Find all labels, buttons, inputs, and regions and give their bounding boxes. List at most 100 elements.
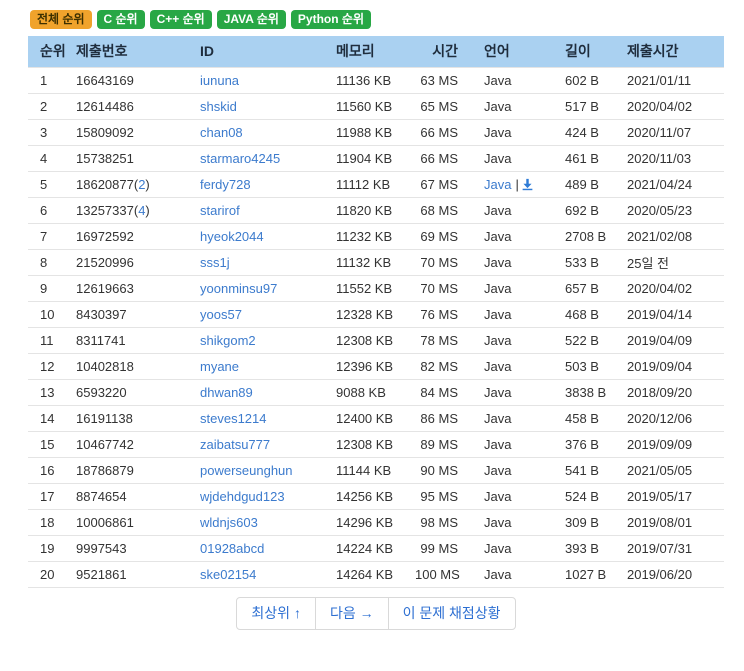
table-row: 18 10006861() wldnjs603 14296 KB 98 MS J… [28,508,724,535]
judge-status-button[interactable]: 이 문제 채점상황 [387,596,516,630]
language-label: Java [484,228,512,244]
language-label: Java [484,384,512,400]
submit-time-cell: 2019/09/04 [610,352,724,379]
language-label: Java [484,566,512,582]
language-label: Java [484,72,512,88]
rank-cell: 19 [28,534,68,561]
submission-cell: 21520996() [68,248,192,275]
submission-number: 21520996 [76,254,134,270]
length-cell: 657 B [548,274,610,301]
time-cell: 67 MS [414,170,464,197]
divider: | [515,176,519,192]
table-row: 16 18786879() powerseunghun 11144 KB 90 … [28,456,724,483]
length-cell: 468 B [548,300,610,327]
language-label: Java [484,540,512,556]
length-cell: 1027 B [548,560,610,588]
user-id-link[interactable]: shikgom2 [200,333,256,348]
time-cell: 68 MS [414,196,464,223]
rank-cell: 17 [28,482,68,509]
id-cell: hyeok2044 [192,222,328,249]
user-id-link[interactable]: hyeok2044 [200,229,264,244]
time-cell: 70 MS [414,248,464,275]
memory-cell: 12400 KB [328,404,414,431]
language-cell: Java| [464,560,548,588]
retry-count-link[interactable]: 2 [138,177,145,192]
tab-all-rank[interactable]: 전체 순위 [30,10,92,29]
language-label: Java [484,332,512,348]
header-rank: 순위 [28,36,68,67]
user-id-link[interactable]: 01928abcd [200,541,264,556]
user-id-link[interactable]: powerseunghun [200,463,293,478]
user-id-link[interactable]: myane [200,359,239,374]
rank-cell: 2 [28,92,68,119]
pagination-controls: 최상위 ↑ 다음 → 이 문제 채점상황 [28,596,724,630]
retry-count-link[interactable]: 4 [138,203,145,218]
submission-cell: 15738251() [68,144,192,171]
length-cell: 533 B [548,248,610,275]
user-id-link[interactable]: sss1j [200,255,230,270]
rank-cell: 12 [28,352,68,379]
language-label: Java [484,150,512,166]
user-id-link[interactable]: zaibatsu777 [200,437,270,452]
time-cell: 98 MS [414,508,464,535]
user-id-link[interactable]: starirof [200,203,240,218]
user-id-link[interactable]: yoonminsu97 [200,281,277,296]
memory-cell: 11232 KB [328,222,414,249]
time-cell: 89 MS [414,430,464,457]
time-cell: 82 MS [414,352,464,379]
table-row: 1 16643169() iununa 11136 KB 63 MS Java|… [28,66,724,93]
memory-cell: 11132 KB [328,248,414,275]
submission-cell: 15809092() [68,118,192,145]
id-cell: yoos57 [192,300,328,327]
submit-time-cell: 2020/11/03 [610,144,724,171]
user-id-link[interactable]: starmaro4245 [200,151,280,166]
user-id-link[interactable]: dhwan89 [200,385,253,400]
submit-time-cell: 2020/04/02 [610,274,724,301]
length-cell: 458 B [548,404,610,431]
submission-number: 6593220 [76,384,127,400]
submission-cell: 10467742() [68,430,192,457]
header-submission: 제출번호 [68,36,192,67]
language-cell: Java| [464,534,548,561]
language-label: Java [484,358,512,374]
time-cell: 84 MS [414,378,464,405]
id-cell: 01928abcd [192,534,328,561]
tab-python-rank[interactable]: Python 순위 [290,10,371,29]
language-label: Java [484,462,512,478]
submission-number: 15809092 [76,124,134,140]
time-cell: 99 MS [414,534,464,561]
length-cell: 424 B [548,118,610,145]
submission-number: 8311741 [76,332,126,348]
user-id-link[interactable]: steves1214 [200,411,267,426]
user-id-link[interactable]: iununa [200,73,239,88]
language-cell: Java| [464,196,548,223]
user-id-link[interactable]: wldnjs603 [200,515,258,530]
language-cell: Java| [464,170,548,197]
top-button[interactable]: 최상위 ↑ [236,596,316,630]
user-id-link[interactable]: shskid [200,99,237,114]
table-row: 13 6593220() dhwan89 9088 KB 84 MS Java|… [28,378,724,405]
language-cell: Java| [464,144,548,171]
memory-cell: 12308 KB [328,430,414,457]
time-cell: 95 MS [414,482,464,509]
language-cell: Java| [464,430,548,457]
language-cell: Java| [464,300,548,327]
table-row: 17 8874654() wjdehdgud123 14256 KB 95 MS… [28,482,724,509]
submission-cell: 12619663() [68,274,192,301]
user-id-link[interactable]: chan08 [200,125,243,140]
id-cell: myane [192,352,328,379]
user-id-link[interactable]: yoos57 [200,307,242,322]
submit-time-cell: 2019/08/01 [610,508,724,535]
download-code-icon[interactable] [521,177,534,192]
table-row: 11 8311741() shikgom2 12308 KB 78 MS Jav… [28,326,724,353]
rank-cell: 6 [28,196,68,223]
time-cell: 66 MS [414,118,464,145]
tab-java-rank[interactable]: JAVA 순위 [216,10,286,29]
table-row: 8 21520996() sss1j 11132 KB 70 MS Java| … [28,248,724,275]
user-id-link[interactable]: ske02154 [200,567,256,582]
user-id-link[interactable]: wjdehdgud123 [200,489,285,504]
next-button[interactable]: 다음 → [314,596,389,630]
tab-c-rank[interactable]: C 순위 [96,10,145,29]
user-id-link[interactable]: ferdy728 [200,177,251,192]
tab-cpp-rank[interactable]: C++ 순위 [149,10,212,29]
